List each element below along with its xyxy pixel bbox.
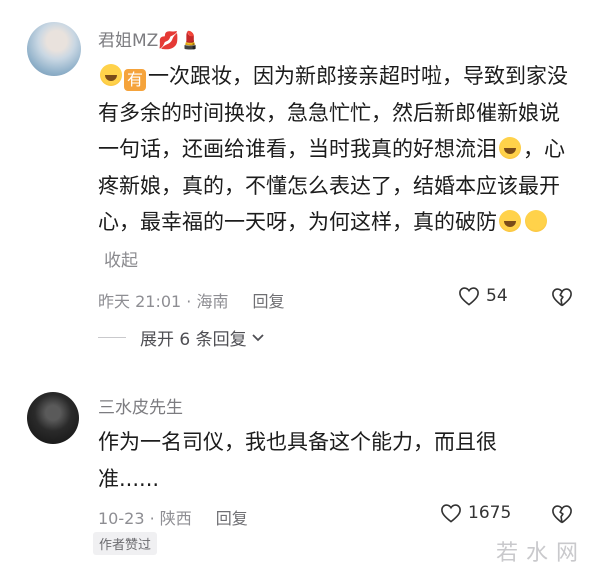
expand-replies-button[interactable]: 展开 6 条回复 [98,325,265,350]
reply-button[interactable]: 回复 [216,509,248,528]
watermark: 若水网 [495,541,586,566]
heart-outline-icon [441,504,461,523]
crying-face-icon [100,64,122,86]
expand-replies-label: 展开 6 条回复 [140,330,247,350]
like-button[interactable]: 54 [458,286,508,306]
collapse-link[interactable]: 收起 [104,251,138,271]
like-count: 1675 [468,503,512,523]
crying-face-icon [499,210,521,232]
pleading-face-icon [525,210,547,232]
author-liked-badge: 作者赞过 [93,532,158,555]
have-box-icon: 有 [124,69,146,91]
comment-text-part: 一次跟妆，因为新郎接亲超时啦，导致到家没有多余的时间换妆，急急忙忙，然后新郎催新… [98,64,568,161]
comment-username[interactable]: 三水皮先生 [98,393,183,418]
avatar[interactable] [27,392,79,444]
comment-text: 作为一名司仪，我也具备这个能力，而且很准...... [98,430,497,491]
comment-username[interactable]: 君姐MZ💋💄 [98,26,201,51]
crying-face-icon [499,137,521,159]
heart-outline-icon [459,287,479,306]
divider-line [98,337,126,338]
comment-time-location: 昨天 21:01 · 海南 [98,292,229,311]
like-button[interactable]: 1675 [440,503,511,523]
broken-heart-icon[interactable] [551,287,573,307]
like-count: 54 [486,286,508,306]
broken-heart-icon[interactable] [551,504,573,524]
comment-time-location: 10-23 · 陕西 [98,509,192,528]
comment-text: 有一次跟妆，因为新郎接亲超时啦，导致到家没有多余的时间换妆，急急忙忙，然后新郎催… [98,58,568,279]
chevron-down-icon [251,333,264,341]
comment-meta: 10-23 · 陕西 回复 [98,505,248,529]
reply-button[interactable]: 回复 [252,292,284,311]
avatar[interactable] [27,22,81,76]
comment-meta: 昨天 21:01 · 海南 回复 [98,288,284,312]
